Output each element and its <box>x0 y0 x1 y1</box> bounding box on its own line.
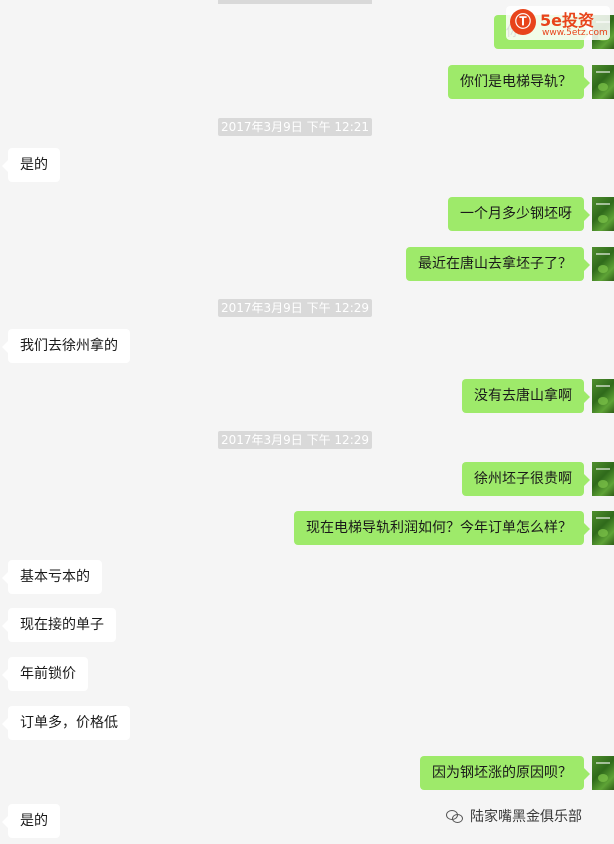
watermark: 陆家嘴黑金俱乐部 <box>446 806 582 826</box>
message-bubble: 年前锁价 <box>2 657 88 691</box>
message-sent[interactable]: 你们是电梯导轨？ <box>0 64 614 100</box>
message-bubble: 徐州坯子很贵啊 <box>462 462 590 496</box>
user-avatar[interactable] <box>592 65 614 99</box>
user-avatar[interactable] <box>592 756 614 790</box>
message-bubble: 一个月多少钢坯呀 <box>448 197 590 231</box>
message-bubble: 因为钢坯涨的原因呗？ <box>420 756 590 790</box>
message-bubble: 订单多，价格低 <box>2 706 130 740</box>
user-avatar[interactable] <box>592 462 614 496</box>
message-text: 年前锁价 <box>20 666 76 682</box>
message-bubble: 现在接的单子 <box>2 608 116 642</box>
message-text: 是的 <box>20 813 48 829</box>
message-text: 一个月多少钢坯呀 <box>460 206 572 222</box>
user-avatar[interactable] <box>592 197 614 231</box>
timestamp: 2017年3月9日 下午 12:29 <box>218 431 372 449</box>
watermark-text: 陆家嘴黑金俱乐部 <box>470 809 582 825</box>
message-sent[interactable]: 一个月多少钢坯呀 <box>0 196 614 232</box>
chat-window: 你 你们是电梯导轨？ 2017年3月9日 下午 12:21 是的 一个月多少钢坯… <box>0 0 614 844</box>
timestamp-partial <box>218 0 372 4</box>
message-bubble: 没有去唐山拿啊 <box>462 379 590 413</box>
timestamp: 2017年3月9日 下午 12:29 <box>218 299 372 317</box>
message-text: 最近在唐山去拿坯子了？ <box>418 256 572 272</box>
message-received[interactable]: 我们去徐州拿的 <box>2 329 130 363</box>
message-text: 现在电梯导轨利润如何？今年订单怎么样？ <box>306 520 572 536</box>
user-avatar[interactable] <box>592 379 614 413</box>
message-text: 我们去徐州拿的 <box>20 338 118 354</box>
message-sent[interactable]: 因为钢坯涨的原因呗？ <box>0 755 614 791</box>
message-received[interactable]: 订单多，价格低 <box>2 706 130 740</box>
message-bubble: 是的 <box>2 804 60 838</box>
message-bubble: 最近在唐山去拿坯子了？ <box>406 247 590 281</box>
message-text: 是的 <box>20 157 48 173</box>
message-text: 没有去唐山拿啊 <box>474 388 572 404</box>
message-text: 因为钢坯涨的原因呗？ <box>432 765 572 781</box>
logo-url: www.5etz.com <box>542 28 608 38</box>
wechat-icon <box>446 809 464 823</box>
message-sent[interactable]: 徐州坯子很贵啊 <box>0 461 614 497</box>
message-text: 你们是电梯导轨？ <box>460 74 572 90</box>
message-text: 现在接的单子 <box>20 617 104 633</box>
message-bubble: 你们是电梯导轨？ <box>448 65 590 99</box>
message-text: 徐州坯子很贵啊 <box>474 471 572 487</box>
message-bubble: 我们去徐州拿的 <box>2 329 130 363</box>
timestamp: 2017年3月9日 下午 12:21 <box>218 118 372 136</box>
message-sent[interactable]: 最近在唐山去拿坯子了？ <box>0 246 614 282</box>
message-received[interactable]: 是的 <box>2 148 60 182</box>
message-bubble: 现在电梯导轨利润如何？今年订单怎么样？ <box>294 511 590 545</box>
message-sent[interactable]: 没有去唐山拿啊 <box>0 378 614 414</box>
message-bubble: 是的 <box>2 148 60 182</box>
message-received[interactable]: 年前锁价 <box>2 657 88 691</box>
message-text: 基本亏本的 <box>20 569 90 585</box>
user-avatar[interactable] <box>592 247 614 281</box>
brand-logo: Ⓣ 5e投资 www.5etz.com <box>506 6 610 40</box>
message-received[interactable]: 是的 <box>2 804 60 838</box>
logo-mark-icon: Ⓣ <box>510 9 536 35</box>
message-sent[interactable]: 现在电梯导轨利润如何？今年订单怎么样？ <box>0 510 614 546</box>
message-bubble: 基本亏本的 <box>2 560 102 594</box>
message-text: 订单多，价格低 <box>20 715 118 731</box>
message-received[interactable]: 基本亏本的 <box>2 560 102 594</box>
user-avatar[interactable] <box>592 511 614 545</box>
message-received[interactable]: 现在接的单子 <box>2 608 116 642</box>
